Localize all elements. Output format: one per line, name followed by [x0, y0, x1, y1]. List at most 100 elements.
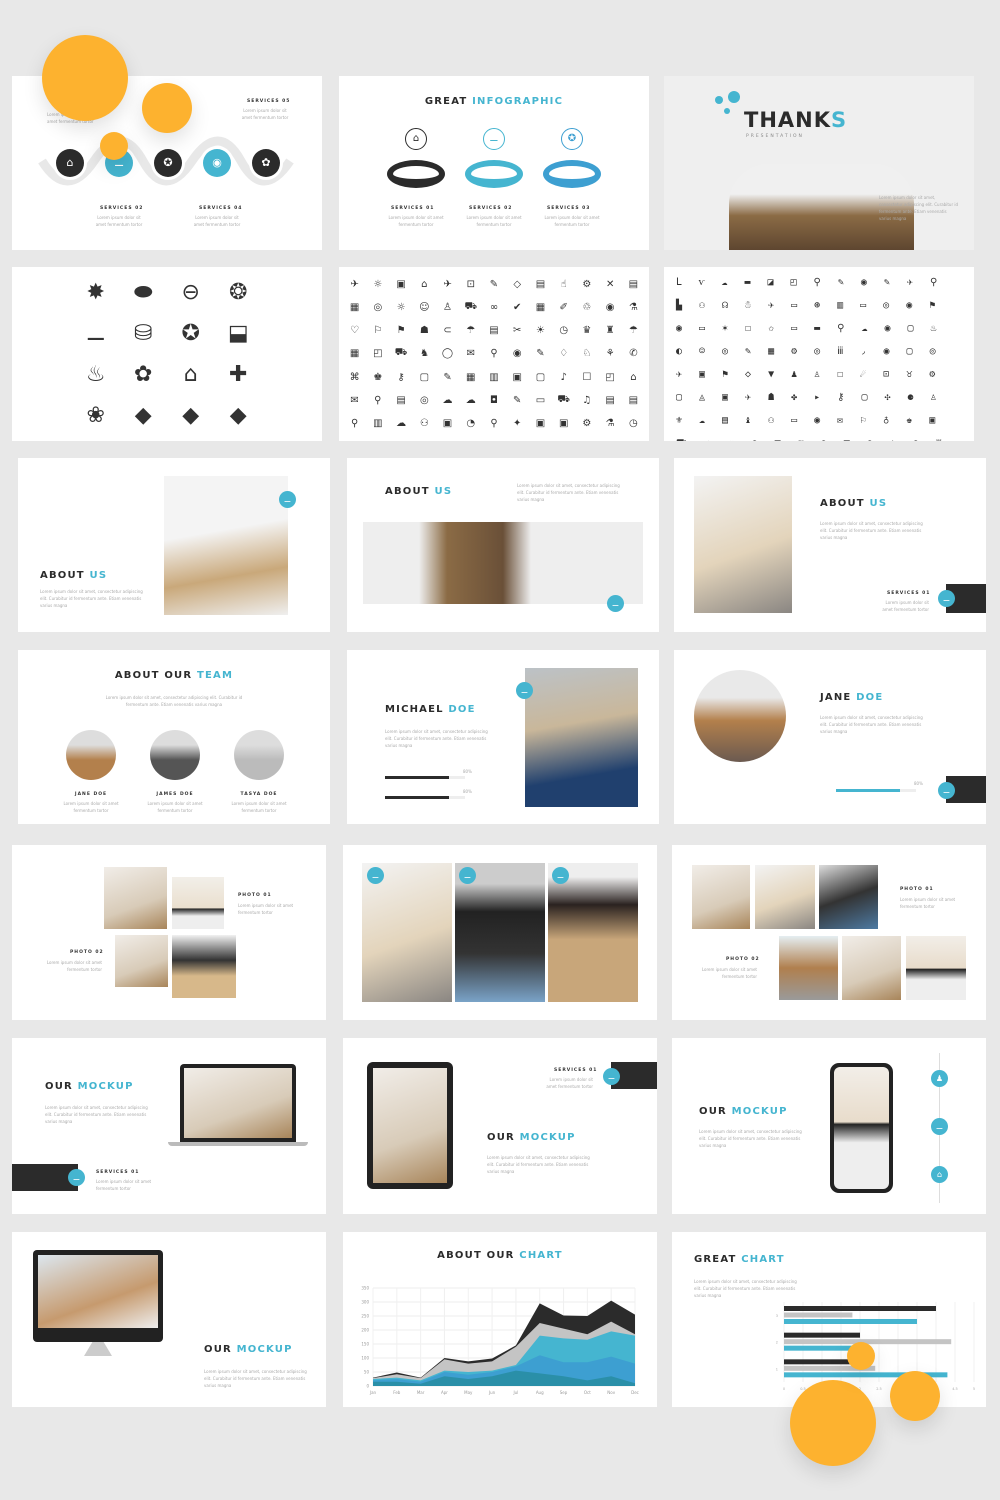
area-chart: 0 50 100 150 200 250 300 350 Jan Feb Mar Apr May Jun J… [361, 1286, 639, 1396]
slide-area-chart[interactable]: ABOUT OUR CHART 0 50 100 150 200 250 300 350 Jan… [343, 1232, 657, 1407]
bone-button[interactable]: ⚊ [516, 682, 533, 699]
bone-icon: ⚊ [483, 128, 505, 150]
photo [819, 865, 878, 929]
bar [784, 1319, 917, 1324]
body-text: Lorem ipsum dolor sit amet, consectetur … [820, 715, 923, 734]
skill-bar-track [836, 789, 916, 792]
decor-dot [715, 96, 723, 104]
icon-glyph: ⚘ [605, 348, 615, 360]
icon-glyph: ☁ [396, 418, 407, 430]
icon-glyph: ☐ [582, 371, 592, 383]
bar [784, 1306, 936, 1311]
icon-glyph: ▦ [535, 301, 546, 313]
bone-button[interactable]: ⚊ [552, 867, 569, 884]
slide-photos-1[interactable]: PHOTO 01 Lorem ipsum dolor sit amet ferm… [12, 845, 326, 1020]
icon-glyph: ◇ [513, 278, 522, 290]
slide-about-us-1[interactable]: ⚊ ABOUT US Lorem ipsum dolor sit amet, c… [18, 458, 330, 632]
bone-button[interactable]: ⚊ [68, 1169, 85, 1186]
monitor-screen-photo [38, 1255, 158, 1328]
x-tick-label: Aug [536, 1390, 544, 1395]
slide-title: OUR MOCKUP [699, 1106, 788, 1117]
icon-glyph: ▤ [489, 325, 499, 337]
slide-thanks[interactable]: THANKS PRESENTATION Lorem ipsum dolor si… [664, 76, 974, 250]
photo-label: PHOTO 02 [726, 957, 760, 962]
icon-glyph: ⚲ [350, 418, 359, 430]
ring-shape [387, 160, 445, 188]
icon-glyph: ▣ [535, 418, 546, 430]
icon-glyph: ⚷ [397, 371, 405, 383]
doghouse-button[interactable]: ⌂ [931, 1166, 948, 1183]
photo [906, 936, 966, 1000]
tablet-screen-photo [373, 1068, 447, 1183]
icon-glyph: ♲ [582, 301, 592, 313]
icon-glyph: ◰ [605, 371, 615, 383]
jane-photo [694, 670, 786, 762]
x-tick-label: Nov [607, 1390, 615, 1395]
member-name: JAMES DOE [156, 792, 194, 797]
decor-circle [100, 132, 128, 160]
bone-button[interactable]: ⚊ [279, 491, 296, 508]
icon-glyph: ☗ [419, 325, 429, 337]
bell-button[interactable]: ♟ [931, 1070, 948, 1087]
bone-button[interactable]: ⚊ [603, 1068, 620, 1085]
bone-button[interactable]: ⚊ [607, 595, 624, 612]
slide-mockup-tablet[interactable]: SERVICES 01 Lorem ipsum dolor sit amet f… [343, 1038, 657, 1214]
slide-icon-set-a[interactable]: ✈ ☼ ▣ ⌂ ✈ ⊡ ✎ ◇ ▤ ☝ ⚙ ✕ ▤ ▦ ◎ ☼ ☺ ♙ ⛟ ∞ ✔ ▦ ✐ ♲ ◉ ⚗ ♡ ⚐ ⚑ ☗ ⊂ ☂ ▤ ✂ ☀ ◷ ♛ ♜ ☂ ▦… [339, 267, 649, 441]
icon-glyph: ✐ [559, 301, 568, 313]
x-tick-label: Feb [393, 1390, 401, 1395]
x-tick-label: 4.5 [952, 1387, 958, 1391]
icon-glyph: ◷ [559, 325, 569, 337]
icon-glyph: ∞ [489, 301, 499, 313]
slide-icon-set-b[interactable]: ᒪѵ☁▬◪◰⚲✎◉✎✈⚲▙⚇☊☃✈▭⊛▥▭◎◉⚑◉▭✶☐✩▭▬⚲☁◉▢♨◐☺◎✎… [664, 267, 974, 441]
bone-button[interactable]: ⚊ [931, 1118, 948, 1135]
slide-mockup-laptop[interactable]: OUR MOCKUP Lorem ipsum dolor sit amet, c… [12, 1038, 326, 1214]
service-label: SERVICES 03 [547, 206, 591, 211]
icon-glyph: ⛟ [557, 394, 570, 406]
photo [172, 935, 236, 998]
icon-glyph: ◆ [182, 403, 200, 428]
ring-shape [543, 160, 601, 188]
body-text: Lorem ipsum dolor sit amet, consectetur … [204, 1369, 307, 1388]
icon-glyph: ☼ [396, 301, 406, 313]
slide-about-us-2[interactable]: ABOUT US Lorem ipsum dolor sit amet, con… [347, 458, 659, 632]
icon-glyph: ▣ [396, 278, 406, 290]
laptop-mockup [180, 1064, 296, 1142]
y-tick-label: 100 [361, 1356, 369, 1361]
icon-glyph: ✚ [229, 362, 248, 387]
bone-button[interactable]: ⚊ [459, 867, 476, 884]
bone-button[interactable]: ⚊ [938, 782, 955, 799]
slide-michael[interactable]: MICHAEL DOE Lorem ipsum dolor sit amet, … [347, 650, 659, 824]
doghouse-icon: ⌂ [56, 149, 84, 177]
slide-photos-3[interactable]: PHOTO 01 Lorem ipsum dolor sit amet ferm… [672, 845, 986, 1020]
slide-jane[interactable]: JANE DOE Lorem ipsum dolor sit amet, con… [674, 650, 986, 824]
photo [755, 865, 815, 929]
decor-circle [42, 35, 128, 121]
icon-glyph: ♫ [582, 395, 592, 407]
service-text: Lorem ipsum dolor sit amet fermentum tor… [544, 215, 600, 227]
bar [784, 1312, 853, 1318]
icon-glyph: ▦ [349, 348, 360, 360]
icon-glyph: ✈ [350, 278, 359, 290]
slide-pet-icons[interactable]: ✸ ⬬ ⊖ ❂ ⚊ ⛁ ✪ ⬓ ♨ ✿ ⌂ ✚ ❀ ◆ ◆ ◆ [12, 267, 322, 441]
icon-glyph: ◎ [373, 301, 383, 313]
slide-infographic[interactable]: GREAT INFOGRAPHIC ⌂ SERVICES 01 Lorem ipsu… [339, 76, 649, 250]
y-tick-label: 1 [776, 1367, 778, 1371]
slide-title: ABOUT US [820, 498, 888, 509]
bar [784, 1332, 860, 1338]
slide-about-us-3[interactable]: ABOUT US Lorem ipsum dolor sit amet, con… [674, 458, 986, 632]
icon-glyph: ⛁ [134, 321, 153, 346]
slide-mockup-monitor[interactable]: OUR MOCKUP Lorem ipsum dolor sit amet, c… [12, 1232, 326, 1407]
photo-label: PHOTO 01 [900, 887, 934, 892]
slide-title: ABOUT US [40, 570, 108, 581]
icon-glyph: ⚲ [490, 418, 498, 430]
icon-glyph: ▦ [349, 301, 360, 313]
slide-mockup-phone[interactable]: OUR MOCKUP Lorem ipsum dolor sit amet, c… [672, 1038, 986, 1214]
icon-glyph: ✎ [489, 278, 499, 290]
bone-button[interactable]: ⚊ [938, 590, 955, 607]
icon-glyph: ⛟ [394, 347, 408, 359]
bone-button[interactable]: ⚊ [367, 867, 384, 884]
slide-photos-2[interactable]: ⚊ ⚊ ⚊ [343, 845, 657, 1020]
icon-glyph: ✕ [605, 278, 615, 290]
service-label: SERVICES 04 [199, 206, 243, 211]
slide-team[interactable]: ABOUT OUR TEAM Lorem ipsum dolor sit ame… [18, 650, 330, 824]
